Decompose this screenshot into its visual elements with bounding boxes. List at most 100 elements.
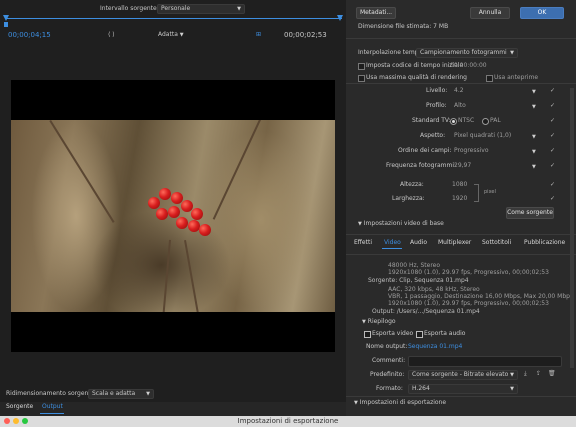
chevron-down-icon[interactable]: ▼	[532, 164, 536, 170]
chevron-down-icon: ▼	[179, 32, 184, 38]
time-interpolation-dropdown[interactable]: Campionamento fotogrammi ▼	[416, 48, 518, 58]
summary-output-detail-3: AAC, 320 kbps, 48 kHz, Stereo	[388, 286, 480, 293]
cancel-button[interactable]: Annulla	[470, 7, 510, 19]
ok-button[interactable]: OK	[520, 7, 564, 19]
profile-value[interactable]: Alto	[454, 103, 466, 109]
export-audio-checkbox[interactable]	[416, 331, 423, 338]
max-render-quality-checkbox[interactable]	[358, 75, 365, 82]
duration-timecode: 00;00;02;53	[284, 31, 327, 39]
chevron-down-icon: ▼	[354, 400, 358, 406]
export-audio-label: Esporta audio	[424, 330, 466, 337]
window-title: Impostazioni di esportazione	[237, 417, 339, 425]
max-render-quality-label: Usa massima qualità di rendering	[366, 74, 467, 81]
output-name-link[interactable]: Sequenza 01.mp4	[408, 344, 462, 350]
tab-source[interactable]: Sorgente	[6, 404, 33, 410]
preset-dropdown[interactable]: Come sorgente - Bitrate elevato ▼	[408, 370, 518, 380]
summary-output-detail-2: VBR, 1 passaggio, Destinazione 16,00 Mbp…	[388, 293, 574, 300]
chevron-down-icon[interactable]: ▼	[532, 134, 536, 140]
comments-field[interactable]	[408, 356, 562, 367]
pixel-unit-label: pixel	[484, 189, 496, 195]
chevron-down-icon: ▼	[358, 221, 362, 227]
field-order-value[interactable]: Progressivo	[454, 148, 489, 154]
export-video-checkbox[interactable]	[364, 331, 371, 338]
summary-output-detail-1: 1920x1080 (1.0), 29.97 fps, Progressivo,…	[388, 300, 549, 307]
chevron-down-icon[interactable]: ▼	[532, 104, 536, 110]
tab-effects[interactable]: Effetti	[354, 240, 372, 246]
format-label: Formato:	[376, 385, 403, 392]
frame-rate-value[interactable]: 29,97	[454, 163, 471, 169]
tv-standard-label: Standard TV:	[412, 117, 451, 124]
checkmark-icon[interactable]: ✓	[550, 103, 555, 109]
fit-dropdown[interactable]: Adatta ▼	[158, 32, 184, 38]
checkmark-icon[interactable]: ✓	[550, 133, 555, 139]
basic-video-settings-header[interactable]: ▼ Impostazioni video di base	[358, 221, 444, 227]
source-output-panel: Intervallo sorgente: Personale ▼ 00;00;0…	[0, 0, 346, 416]
estimated-file-size: Dimensione file stimata: 7 MB	[358, 23, 449, 30]
tab-audio[interactable]: Audio	[410, 240, 427, 246]
source-scaling-dropdown[interactable]: Scala e adatta ▼	[88, 389, 154, 399]
pal-radio[interactable]	[482, 118, 489, 125]
tab-publish[interactable]: Pubblicazione	[524, 240, 565, 246]
save-preset-icon[interactable]: ⤓	[524, 371, 527, 377]
preset-label: Predefinito:	[370, 371, 405, 378]
level-value[interactable]: 4.2	[454, 88, 464, 94]
time-interpolation-label: Interpolazione tempo:	[358, 49, 425, 56]
use-previews-label: Usa anteprime	[494, 74, 539, 81]
chevron-down-icon: ▼	[146, 391, 150, 397]
level-label: Livello:	[426, 87, 448, 94]
tab-captions[interactable]: Sottotitoli	[482, 240, 511, 246]
current-timecode[interactable]: 00;00;04;15	[8, 32, 51, 39]
mark-in-out-icons[interactable]: ⟨ ⟩	[108, 32, 115, 38]
match-source-button[interactable]: Come sorgente	[506, 207, 554, 219]
metadata-button[interactable]: Metadati...	[356, 7, 396, 19]
export-settings-header[interactable]: ▼ Impostazioni di esportazione	[354, 400, 446, 406]
source-range-dropdown[interactable]: Personale ▼	[157, 4, 245, 14]
aspect-label: Aspetto:	[420, 132, 446, 139]
export-settings-panel: ▼ Impostazioni di esportazione Formato: …	[346, 0, 576, 416]
pal-label: PAL	[490, 117, 501, 124]
format-dropdown[interactable]: H.264 ▼	[408, 384, 518, 394]
aspect-value[interactable]: Pixel quadrati (1,0)	[454, 133, 511, 139]
checkmark-icon[interactable]: ✓	[550, 88, 555, 94]
tab-multiplexer[interactable]: Multiplexer	[438, 240, 471, 246]
chevron-down-icon: ▼	[510, 50, 514, 56]
scrollbar[interactable]	[570, 88, 574, 368]
checkmark-icon[interactable]: ✓	[550, 148, 555, 154]
tab-output[interactable]: Output	[42, 404, 63, 410]
set-start-timecode-label: Imposta codice di tempo iniziale	[366, 62, 464, 69]
width-value[interactable]: 1920	[452, 196, 467, 202]
start-timecode-value[interactable]: 00:00:00:00	[450, 63, 487, 69]
delete-preset-icon[interactable]: 🗑	[548, 371, 556, 377]
ntsc-radio[interactable]	[450, 118, 457, 125]
width-label: Larghezza:	[392, 195, 425, 202]
chevron-down-icon: ▼	[237, 6, 241, 12]
summary-source-detail-2: 48000 Hz, Stereo	[388, 262, 441, 269]
field-order-label: Ordine dei campi:	[398, 147, 452, 154]
active-tab-indicator	[382, 248, 402, 249]
chevron-down-icon: ▼	[510, 386, 514, 392]
active-tab-indicator	[40, 413, 64, 414]
height-value[interactable]: 1080	[452, 182, 467, 188]
chevron-down-icon[interactable]: ▼	[532, 89, 536, 95]
chain-link-icon[interactable]	[474, 184, 479, 202]
tab-video[interactable]: Video	[384, 240, 401, 246]
checkmark-icon[interactable]: ✓	[550, 163, 555, 169]
ntsc-label: NTSC	[458, 117, 475, 124]
frame-rate-label: Frequenza fotogrammi:	[386, 162, 457, 169]
import-preset-icon[interactable]: ⇪	[536, 371, 541, 377]
summary-source-line: Sorgente: Clip, Sequenza 01.mp4	[368, 277, 469, 284]
playhead[interactable]	[4, 22, 8, 27]
use-previews-checkbox[interactable]	[486, 75, 493, 82]
chevron-down-icon[interactable]: ▼	[532, 149, 536, 155]
summary-toggle[interactable]: ▼ Riepilogo	[362, 319, 396, 325]
aspect-toggle-icon[interactable]: ⊞	[256, 32, 261, 38]
checkmark-icon[interactable]: ✓	[550, 182, 555, 188]
timeline-bar[interactable]	[6, 18, 342, 19]
checkmark-icon[interactable]: ✓	[550, 196, 555, 202]
summary-source-detail-1: 1920x1080 (1.0), 29.97 fps, Progressivo,…	[388, 269, 549, 276]
set-start-timecode-checkbox[interactable]	[358, 63, 365, 70]
output-name-label: Nome output:	[366, 343, 408, 350]
window-titlebar: Impostazioni di esportazione	[0, 416, 576, 427]
height-label: Altezza:	[400, 181, 424, 188]
checkmark-icon[interactable]: ✓	[550, 118, 555, 124]
